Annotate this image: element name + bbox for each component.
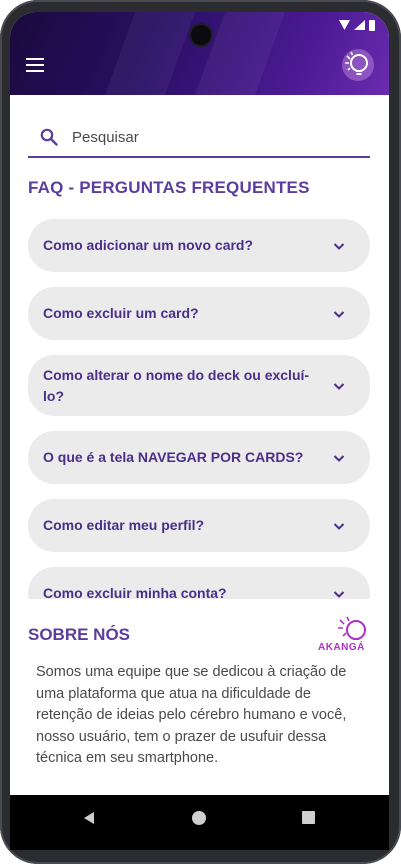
faq-item[interactable]: Como alterar o nome do deck ou excluí-lo…: [28, 355, 370, 416]
appbar-decoration: [194, 12, 286, 95]
app-screen: FAQ - PERGUNTAS FREQUENTES Como adiciona…: [10, 12, 389, 850]
wifi-icon: [339, 20, 350, 30]
lightbulb-logo-icon[interactable]: [341, 48, 375, 82]
about-title: SOBRE NÓS: [28, 625, 131, 644]
signal-icon: [354, 20, 365, 30]
recent-apps-icon[interactable]: [302, 811, 315, 824]
back-icon[interactable]: [82, 811, 96, 825]
search-icon: [40, 128, 58, 146]
akanga-logo: AKANGÁ: [316, 616, 372, 658]
front-camera: [191, 25, 211, 45]
system-nav-bar: [10, 795, 389, 850]
appbar-decoration: [104, 12, 196, 95]
chevron-down-icon: [333, 454, 345, 462]
chevron-down-icon: [333, 242, 345, 250]
status-bar-icons: [339, 20, 375, 31]
faq-item[interactable]: Como adicionar um novo card?: [28, 219, 370, 272]
logo-text: AKANGÁ: [318, 642, 365, 653]
faq-item[interactable]: O que é a tela NAVEGAR POR CARDS?: [28, 431, 370, 484]
faq-question: Como adicionar um novo card?: [43, 237, 254, 253]
chevron-down-icon: [333, 522, 345, 530]
faq-title: FAQ - PERGUNTAS FREQUENTES: [28, 178, 310, 197]
home-icon[interactable]: [192, 811, 206, 825]
faq-item[interactable]: Como excluir um card?: [28, 287, 370, 340]
chevron-down-icon: [333, 310, 345, 318]
faq-question: O que é a tela NAVEGAR POR CARDS?: [43, 449, 304, 465]
faq-list[interactable]: Como adicionar um novo card? Como exclui…: [28, 219, 370, 599]
app-bar: [10, 12, 389, 95]
faq-question: Como editar meu perfil?: [43, 517, 205, 533]
search-bar[interactable]: [28, 118, 370, 158]
faq-question: Como excluir minha conta?: [43, 585, 227, 599]
faq-item[interactable]: Como editar meu perfil?: [28, 499, 370, 552]
faq-item[interactable]: Como excluir minha conta?: [28, 567, 370, 599]
device-frame: FAQ - PERGUNTAS FREQUENTES Como adiciona…: [0, 0, 401, 864]
faq-question: Como alterar o nome do deck ou excluí-lo…: [43, 366, 310, 404]
battery-icon: [369, 20, 375, 31]
chevron-down-icon: [333, 382, 345, 390]
search-input[interactable]: [72, 128, 332, 146]
about-text: Somos uma equipe que se dedicou à criaçã…: [36, 664, 347, 766]
menu-icon[interactable]: [26, 58, 44, 72]
faq-question: Como excluir um card?: [43, 305, 199, 321]
chevron-down-icon: [333, 590, 345, 598]
